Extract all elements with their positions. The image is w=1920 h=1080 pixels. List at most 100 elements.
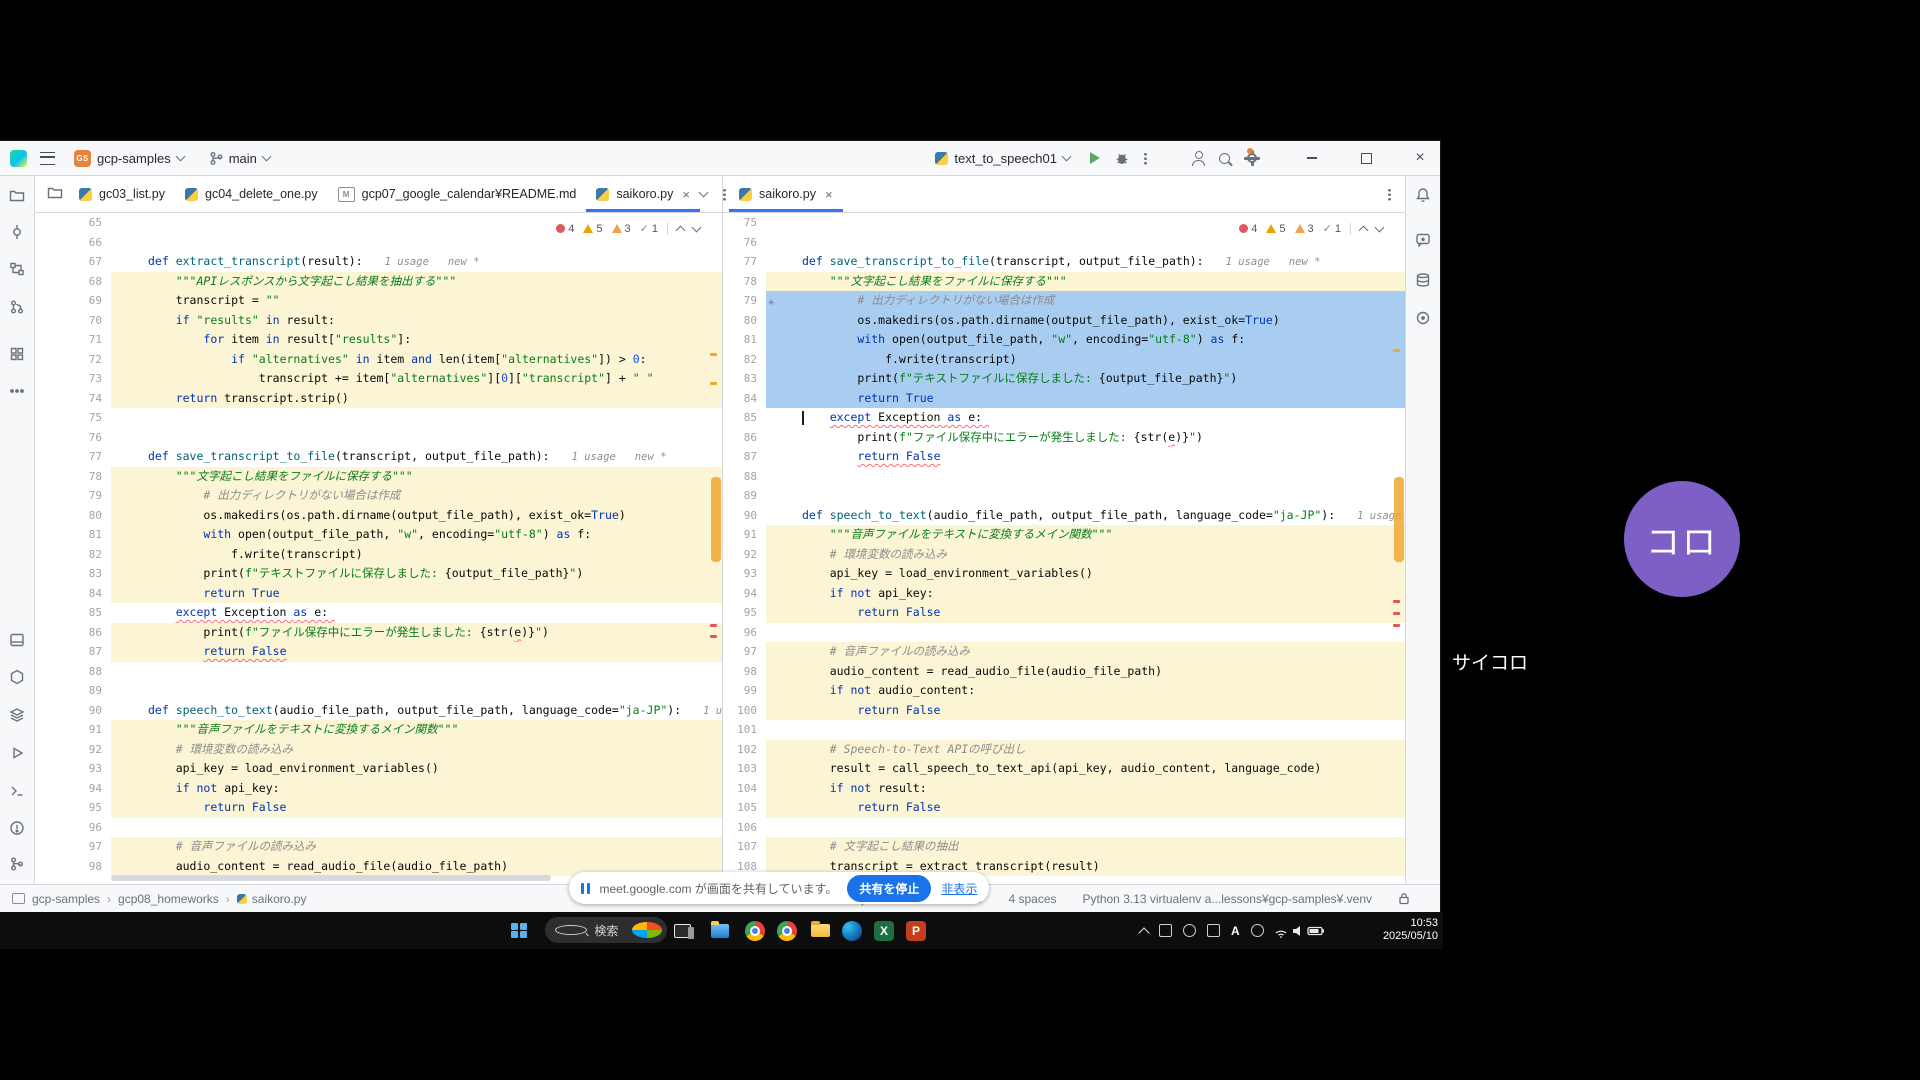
code-line-88[interactable]: 88 — [35, 662, 722, 682]
inspections-widget[interactable]: 4 5 3 ✓1 — [556, 222, 700, 235]
code-line-94[interactable]: 94 if not api_key: — [723, 584, 1405, 604]
code-line-90[interactable]: 90def speech_to_text(audio_file_path, ou… — [723, 506, 1405, 526]
code-line-107[interactable]: 107 # 文字起こし結果の抽出 — [723, 837, 1405, 857]
folder-shortcut-button[interactable] — [808, 919, 832, 943]
window-close-button[interactable]: × — [1400, 141, 1440, 175]
notifications-tool-icon[interactable] — [5, 628, 29, 652]
line-number[interactable]: 95 — [35, 798, 111, 818]
tray-app-icon[interactable] — [1251, 924, 1264, 937]
code-line-92[interactable]: 92 # 環境変数の読み込み — [35, 740, 722, 760]
inlay-hint[interactable]: 1 usage new * — [550, 451, 667, 463]
line-number[interactable]: 95 — [723, 603, 766, 623]
code-line-79[interactable]: 79 # 出力ディレクトリがない場合は作成 — [35, 486, 722, 506]
project-tool-icon[interactable] — [5, 183, 29, 207]
line-number[interactable]: 75 — [723, 213, 766, 233]
code-line-106[interactable]: 106 — [723, 818, 1405, 838]
problems-tool-icon[interactable] — [5, 816, 29, 840]
code-line-85[interactable]: 85 except Exception as e: — [35, 603, 722, 623]
line-number[interactable]: 94 — [723, 584, 766, 604]
code-line-87[interactable]: 87 return False — [723, 447, 1405, 467]
line-number[interactable]: 78 — [723, 272, 766, 292]
line-number[interactable]: 86 — [723, 428, 766, 448]
line-number[interactable]: 107 — [723, 837, 766, 857]
line-number[interactable]: 83 — [35, 564, 111, 584]
line-number[interactable]: 68 — [35, 272, 111, 292]
run-tool-icon[interactable] — [5, 741, 29, 765]
code-line-79[interactable]: 79✳ # 出力ディレクトリがない場合は作成 — [723, 291, 1405, 311]
previous-problem-icon[interactable] — [676, 225, 686, 235]
line-number[interactable]: 77 — [35, 447, 111, 467]
task-view-button[interactable] — [670, 919, 694, 943]
code-line-68[interactable]: 68 """APIレスポンスから文字起こし結果を抽出する""" — [35, 272, 722, 292]
line-number[interactable]: 84 — [723, 389, 766, 409]
line-number[interactable]: 89 — [723, 486, 766, 506]
line-number[interactable]: 85 — [35, 603, 111, 623]
code-line-71[interactable]: 71 for item in result["results"]: — [35, 330, 722, 350]
code-line-69[interactable]: 69 transcript = "" — [35, 291, 722, 311]
ime-indicator[interactable]: A — [1231, 924, 1240, 938]
select-opened-file-icon[interactable] — [47, 184, 63, 205]
gradle-tool-icon[interactable] — [1411, 306, 1435, 330]
breadcrumb-item[interactable]: gcp-samples — [32, 892, 100, 906]
ai-assistant-tool-icon[interactable] — [1411, 228, 1435, 252]
line-number[interactable]: 65 — [35, 213, 111, 233]
notifications-bell-icon[interactable] — [1411, 183, 1435, 207]
edge-button[interactable] — [840, 919, 864, 943]
file-explorer-button[interactable] — [708, 919, 732, 943]
terminal-tool-icon[interactable] — [5, 779, 29, 803]
structure-tool-icon[interactable] — [5, 257, 29, 281]
line-number[interactable]: 105 — [723, 798, 766, 818]
stop-sharing-button[interactable]: 共有を停止 — [847, 875, 931, 902]
inspections-widget[interactable]: 4 5 3 ✓1 — [1239, 222, 1383, 235]
code-line-87[interactable]: 87 return False — [35, 642, 722, 662]
line-number[interactable]: 98 — [35, 857, 111, 877]
code-line-101[interactable]: 101 — [723, 720, 1405, 740]
tab-close-icon[interactable]: × — [682, 187, 690, 202]
line-number[interactable]: 103 — [723, 759, 766, 779]
run-button[interactable] — [1090, 152, 1100, 164]
line-number[interactable]: 81 — [723, 330, 766, 350]
hidden-tabs-chevron-icon[interactable] — [698, 188, 708, 198]
line-number[interactable]: 90 — [723, 506, 766, 526]
code-line-66[interactable]: 66 — [35, 233, 722, 253]
line-number[interactable]: 91 — [723, 525, 766, 545]
code-line-86[interactable]: 86 print(f"ファイル保存中にエラーが発生しました: {str(e)}"… — [35, 623, 722, 643]
branch-widget[interactable]: main — [203, 148, 276, 169]
line-number[interactable]: 85 — [723, 408, 766, 428]
code-line-75[interactable]: 75 — [35, 408, 722, 428]
error-stripe-mark[interactable] — [1393, 624, 1400, 627]
editor-pane-right[interactable]: 757677def save_transcript_to_file(transc… — [723, 213, 1405, 884]
line-number[interactable]: 92 — [723, 545, 766, 565]
code-line-80[interactable]: 80 os.makedirs(os.path.dirname(output_fi… — [723, 311, 1405, 331]
hide-banner-link[interactable]: 非表示 — [941, 880, 977, 897]
error-stripe-mark[interactable] — [1393, 612, 1400, 615]
window-maximize-button[interactable] — [1346, 141, 1386, 175]
ide-logo-icon[interactable] — [10, 150, 27, 167]
code-line-104[interactable]: 104 if not result: — [723, 779, 1405, 799]
chrome-profile-button[interactable] — [775, 919, 799, 943]
code-line-70[interactable]: 70 if "results" in result: — [35, 311, 722, 331]
code-line-102[interactable]: 102 # Speech-to-Text APIの呼び出し — [723, 740, 1405, 760]
line-number[interactable]: 93 — [723, 564, 766, 584]
line-number[interactable]: 84 — [35, 584, 111, 604]
line-number[interactable]: 79 — [723, 291, 766, 311]
taskbar-search-box[interactable]: 検索 — [545, 917, 667, 943]
code-line-88[interactable]: 88 — [723, 467, 1405, 487]
code-line-95[interactable]: 95 return False — [35, 798, 722, 818]
plugins-tool-icon[interactable] — [5, 342, 29, 366]
code-line-82[interactable]: 82 f.write(transcript) — [35, 545, 722, 565]
line-number[interactable]: 83 — [723, 369, 766, 389]
code-line-83[interactable]: 83 print(f"テキストファイルに保存しました: {output_file… — [35, 564, 722, 584]
code-line-76[interactable]: 76 — [35, 428, 722, 448]
code-line-98[interactable]: 98 audio_content = read_audio_file(audio… — [723, 662, 1405, 682]
scrollbar-thumb[interactable] — [711, 477, 721, 562]
code-line-80[interactable]: 80 os.makedirs(os.path.dirname(output_fi… — [35, 506, 722, 526]
line-number[interactable]: 74 — [35, 389, 111, 409]
commit-tool-icon[interactable] — [5, 220, 29, 244]
line-number[interactable]: 72 — [35, 350, 111, 370]
code-line-89[interactable]: 89 — [35, 681, 722, 701]
code-line-76[interactable]: 76 — [723, 233, 1405, 253]
tab-options-icon[interactable] — [1388, 188, 1391, 201]
line-number[interactable]: 76 — [35, 428, 111, 448]
code-line-90[interactable]: 90def speech_to_text(audio_file_path, ou… — [35, 701, 722, 721]
